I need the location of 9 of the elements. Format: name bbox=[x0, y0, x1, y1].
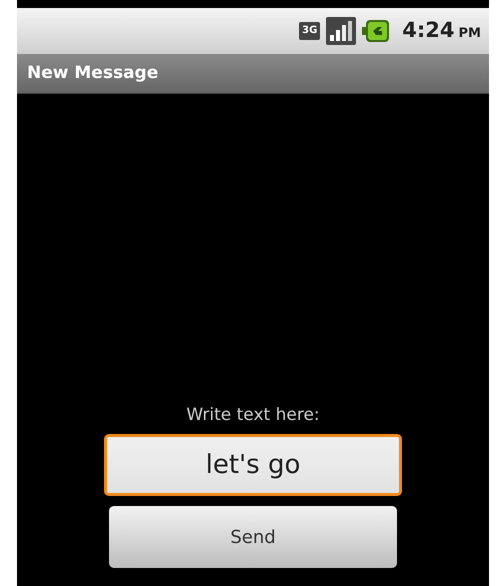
clock-suffix: PM bbox=[458, 25, 481, 44]
message-field[interactable]: let's go bbox=[104, 434, 402, 496]
network-type-icon: 3G bbox=[299, 22, 320, 40]
title-text: New Message bbox=[27, 62, 158, 85]
battery-icon bbox=[362, 19, 390, 43]
field-label: Write text here: bbox=[186, 404, 320, 426]
send-button[interactable]: Send bbox=[109, 506, 397, 568]
signal-icon bbox=[326, 17, 356, 45]
clock-time: 4:24 bbox=[402, 17, 455, 44]
